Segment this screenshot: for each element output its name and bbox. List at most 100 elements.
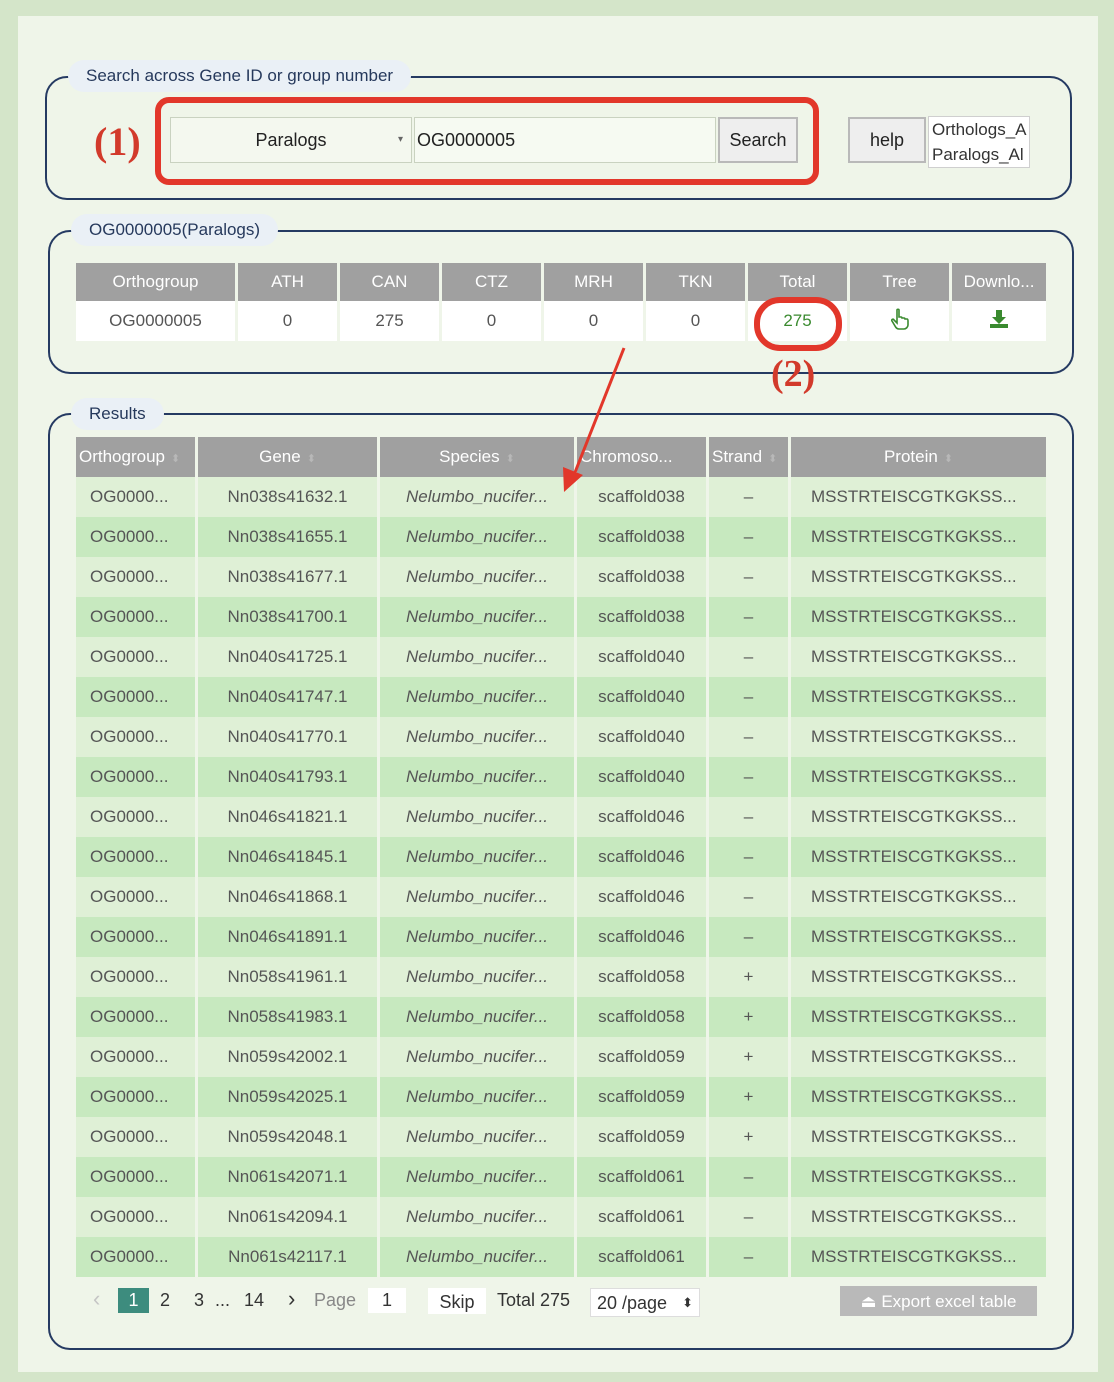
row-gene-link[interactable]: Nn038s41655.1 bbox=[198, 517, 380, 557]
row-orthogroup: OG0000... bbox=[76, 1117, 198, 1157]
page-14-button[interactable]: 14 bbox=[244, 1290, 264, 1311]
row-species: Nelumbo_nucifer... bbox=[380, 1157, 577, 1197]
search-panel-legend: Search across Gene ID or group number bbox=[68, 60, 412, 92]
row-gene-link[interactable]: Nn038s41677.1 bbox=[198, 557, 380, 597]
row-gene-link[interactable]: Nn061s42071.1 bbox=[198, 1157, 380, 1197]
summary-mrh: 0 bbox=[544, 301, 646, 341]
row-protein: MSSTRTEISCGTKGKSS... bbox=[791, 1077, 1046, 1117]
row-gene-link[interactable]: Nn059s42025.1 bbox=[198, 1077, 380, 1117]
row-protein: MSSTRTEISCGTKGKSS... bbox=[791, 877, 1046, 917]
col-strand[interactable]: Strand ⬍ bbox=[709, 437, 791, 477]
row-species: Nelumbo_nucifer... bbox=[380, 1237, 577, 1277]
row-chromosome: scaffold058 bbox=[577, 997, 709, 1037]
row-chromosome: scaffold040 bbox=[577, 637, 709, 677]
row-gene-link[interactable]: Nn046s41845.1 bbox=[198, 837, 380, 877]
page-jump-input[interactable]: 1 bbox=[368, 1288, 406, 1313]
step-marker-1: (1) bbox=[94, 119, 141, 164]
download-icon[interactable] bbox=[988, 309, 1010, 329]
col-orthogroup[interactable]: Orthogroup ⬍ bbox=[76, 437, 198, 477]
table-row: OG0000... Nn038s41677.1 Nelumbo_nucifer...… bbox=[76, 557, 1046, 597]
row-strand: – bbox=[709, 597, 791, 637]
row-gene-link[interactable]: Nn040s41725.1 bbox=[198, 637, 380, 677]
row-gene-link[interactable]: Nn040s41793.1 bbox=[198, 757, 380, 797]
type-select[interactable]: Paralogs ▾ bbox=[170, 117, 412, 163]
row-strand: – bbox=[709, 797, 791, 837]
row-gene-link[interactable]: Nn059s42002.1 bbox=[198, 1037, 380, 1077]
row-protein: MSSTRTEISCGTKGKSS... bbox=[791, 837, 1046, 877]
row-strand: – bbox=[709, 1197, 791, 1237]
row-protein: MSSTRTEISCGTKGKSS... bbox=[791, 1197, 1046, 1237]
row-gene-link[interactable]: Nn046s41868.1 bbox=[198, 877, 380, 917]
search-input[interactable] bbox=[414, 117, 716, 163]
col-protein[interactable]: Protein ⬍ bbox=[791, 437, 1046, 477]
row-gene-link[interactable]: Nn061s42094.1 bbox=[198, 1197, 380, 1237]
page-1-button[interactable]: 1 bbox=[118, 1288, 149, 1313]
summary-tkn: 0 bbox=[646, 301, 748, 341]
summary-ath: 0 bbox=[238, 301, 340, 341]
pointing-hand-icon[interactable] bbox=[890, 307, 910, 330]
row-orthogroup: OG0000... bbox=[76, 797, 198, 837]
row-orthogroup: OG0000... bbox=[76, 837, 198, 877]
export-label: Export excel table bbox=[881, 1292, 1017, 1311]
summary-header-row: Orthogroup ATH CAN CTZ MRH TKN Total Tre… bbox=[76, 263, 1046, 301]
row-strand: – bbox=[709, 477, 791, 517]
help-button[interactable]: help bbox=[848, 117, 926, 163]
row-strand: – bbox=[709, 557, 791, 597]
orthologs-link[interactable]: Orthologs_A bbox=[932, 117, 1029, 142]
row-species: Nelumbo_nucifer... bbox=[380, 637, 577, 677]
row-orthogroup: OG0000... bbox=[76, 757, 198, 797]
row-protein: MSSTRTEISCGTKGKSS... bbox=[791, 997, 1046, 1037]
row-strand: + bbox=[709, 957, 791, 997]
row-species: Nelumbo_nucifer... bbox=[380, 957, 577, 997]
col-total: Total bbox=[748, 263, 850, 301]
row-gene-link[interactable]: Nn040s41747.1 bbox=[198, 677, 380, 717]
row-protein: MSSTRTEISCGTKGKSS... bbox=[791, 797, 1046, 837]
row-chromosome: scaffold059 bbox=[577, 1037, 709, 1077]
prev-page-button[interactable]: ‹ bbox=[93, 1286, 100, 1312]
row-chromosome: scaffold061 bbox=[577, 1157, 709, 1197]
row-orthogroup: OG0000... bbox=[76, 1157, 198, 1197]
row-gene-link[interactable]: Nn038s41700.1 bbox=[198, 597, 380, 637]
annotation-arrow bbox=[563, 347, 626, 492]
row-gene-link[interactable]: Nn061s42117.1 bbox=[198, 1237, 380, 1277]
sort-icon: ⬍ bbox=[943, 453, 954, 465]
sort-icon: ⬍ bbox=[768, 453, 778, 465]
page-2-button[interactable]: 2 bbox=[160, 1290, 170, 1311]
row-chromosome: scaffold038 bbox=[577, 557, 709, 597]
row-gene-link[interactable]: Nn038s41632.1 bbox=[198, 477, 380, 517]
summary-ctz: 0 bbox=[442, 301, 544, 341]
page-label: Page bbox=[314, 1290, 357, 1310]
row-gene-link[interactable]: Nn059s42048.1 bbox=[198, 1117, 380, 1157]
page-3-button[interactable]: 3 bbox=[194, 1290, 204, 1311]
row-species: Nelumbo_nucifer... bbox=[380, 557, 577, 597]
table-row: OG0000... Nn061s42094.1 Nelumbo_nucifer...… bbox=[76, 1197, 1046, 1237]
table-row: OG0000... Nn059s42002.1 Nelumbo_nucifer...… bbox=[76, 1037, 1046, 1077]
row-strand: – bbox=[709, 1157, 791, 1197]
row-gene-link[interactable]: Nn040s41770.1 bbox=[198, 717, 380, 757]
results-body: OG0000... Nn038s41632.1 Nelumbo_nucifer...… bbox=[76, 477, 1046, 1277]
row-gene-link[interactable]: Nn046s41891.1 bbox=[198, 917, 380, 957]
page-ellipsis: ... bbox=[215, 1290, 231, 1310]
row-gene-link[interactable]: Nn058s41983.1 bbox=[198, 997, 380, 1037]
row-gene-link[interactable]: Nn046s41821.1 bbox=[198, 797, 380, 837]
row-chromosome: scaffold046 bbox=[577, 877, 709, 917]
row-chromosome: scaffold046 bbox=[577, 797, 709, 837]
paralogs-link[interactable]: Paralogs_Al bbox=[932, 142, 1029, 167]
col-gene[interactable]: Gene ⬍ bbox=[198, 437, 380, 477]
row-protein: MSSTRTEISCGTKGKSS... bbox=[791, 677, 1046, 717]
row-protein: MSSTRTEISCGTKGKSS... bbox=[791, 717, 1046, 757]
next-page-button[interactable]: › bbox=[288, 1286, 295, 1312]
col-mrh: MRH bbox=[544, 263, 646, 301]
row-chromosome: scaffold059 bbox=[577, 1117, 709, 1157]
row-gene-link[interactable]: Nn058s41961.1 bbox=[198, 957, 380, 997]
chevron-updown-icon: ⬍ bbox=[682, 1295, 693, 1310]
search-button[interactable]: Search bbox=[718, 117, 798, 163]
skip-button[interactable]: Skip bbox=[428, 1288, 486, 1314]
export-excel-button[interactable]: ⏏ Export excel table bbox=[840, 1286, 1037, 1316]
row-strand: – bbox=[709, 637, 791, 677]
page-size-select[interactable]: 20 /page ⬍ bbox=[590, 1288, 700, 1317]
table-row: OG0000... Nn046s41868.1 Nelumbo_nucifer...… bbox=[76, 877, 1046, 917]
row-strand: – bbox=[709, 677, 791, 717]
col-species[interactable]: Species ⬍ bbox=[380, 437, 577, 477]
table-row: OG0000... Nn059s42048.1 Nelumbo_nucifer...… bbox=[76, 1117, 1046, 1157]
